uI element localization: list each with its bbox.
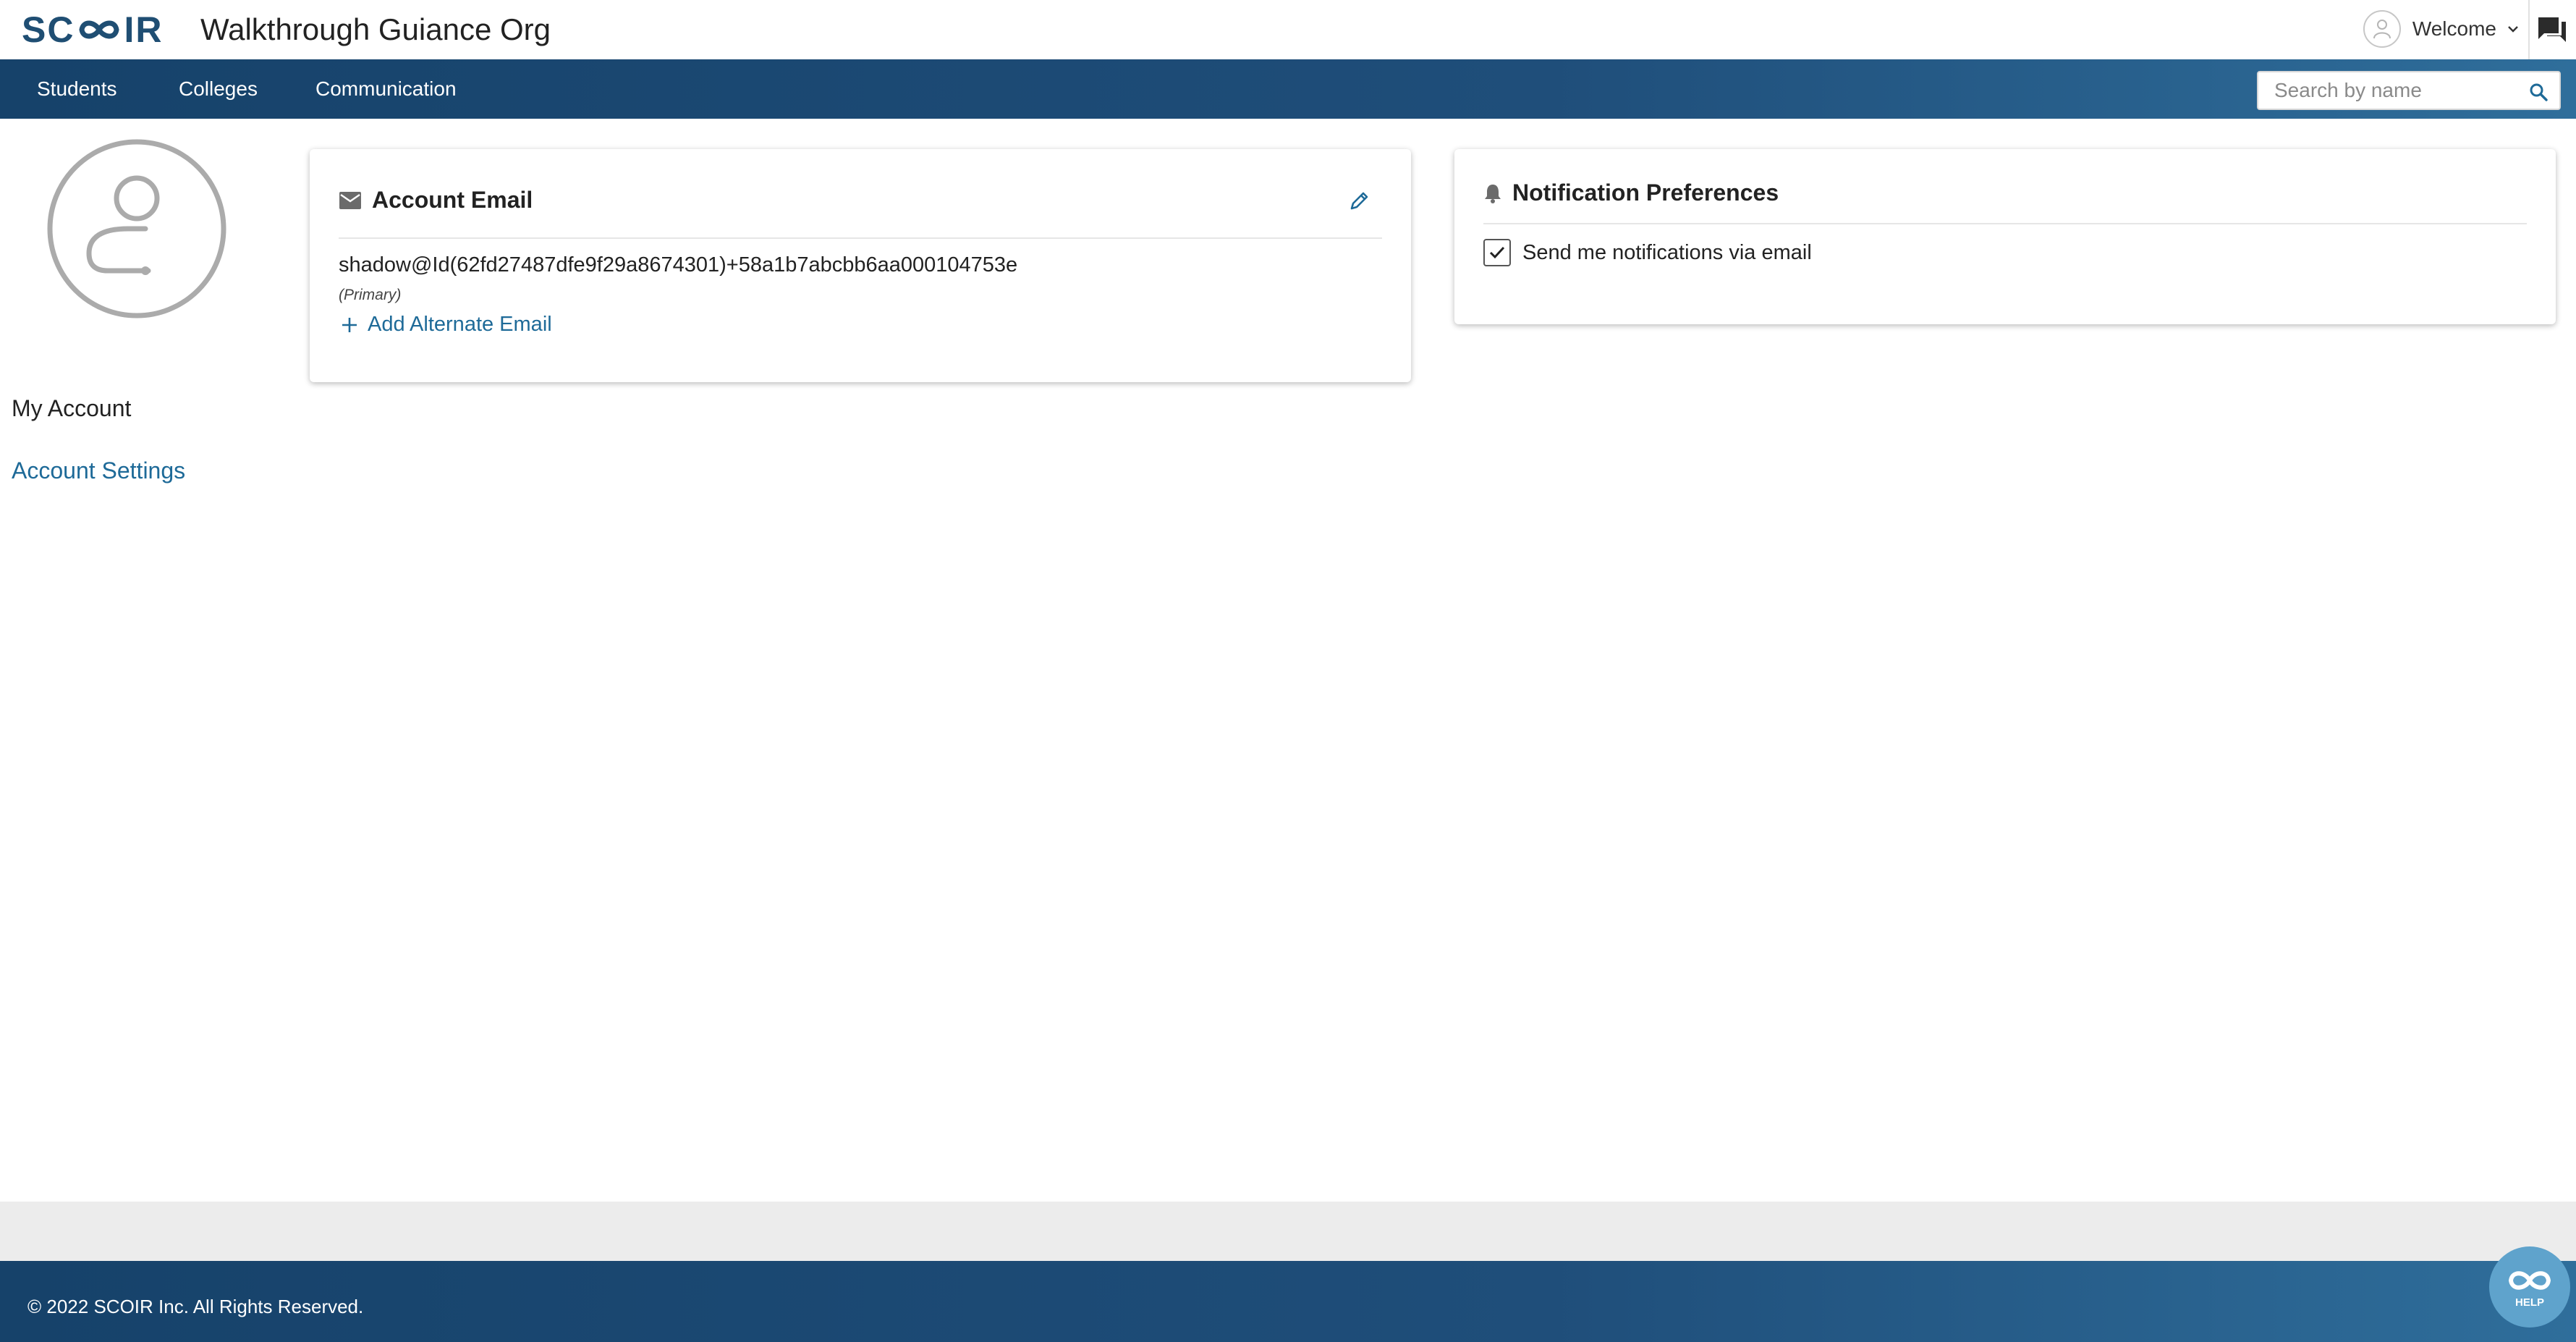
nav-item-students[interactable]: Students — [37, 59, 117, 119]
add-alternate-email-button[interactable]: Add Alternate Email — [340, 313, 552, 337]
user-menu[interactable]: Welcome — [2363, 9, 2521, 49]
notification-preferences-header: Notification Preferences — [1483, 180, 1779, 206]
account-email-card: Account Email shadow@Id(62fd27487dfe9f29… — [310, 149, 1411, 382]
email-notifications-option: Send me notifications via email — [1483, 239, 1812, 266]
account-email-title: Account Email — [372, 187, 533, 213]
footer-spacer — [0, 1202, 2576, 1261]
welcome-label: Welcome — [2412, 17, 2496, 40]
chat-icon[interactable] — [2537, 16, 2567, 43]
email-notifications-checkbox[interactable] — [1483, 239, 1511, 266]
envelope-icon — [339, 191, 361, 209]
logo-infinity-icon — [79, 20, 120, 39]
chevron-down-icon — [2508, 26, 2518, 33]
notification-preferences-divider — [1483, 223, 2527, 224]
plus-icon — [342, 317, 357, 332]
user-avatar-icon — [2363, 10, 2401, 48]
org-title: Walkthrough Guiance Org — [200, 12, 551, 46]
scoir-logo[interactable]: SC IR — [22, 4, 163, 55]
search-input[interactable] — [2258, 72, 2519, 109]
email-notifications-label: Send me notifications via email — [1522, 240, 1812, 264]
nav-item-communication[interactable]: Communication — [315, 59, 457, 119]
page: SC IR Walkthrough Guiance Org Welcome St… — [0, 0, 2576, 1342]
checkmark-icon — [1489, 246, 1505, 259]
primary-email-value: shadow@Id(62fd27487dfe9f29a8674301)+58a1… — [339, 253, 1018, 277]
nav-item-colleges[interactable]: Colleges — [179, 59, 258, 119]
notification-preferences-title: Notification Preferences — [1512, 180, 1779, 206]
search-icon[interactable] — [2529, 83, 2548, 101]
notification-preferences-card: Notification Preferences Send me notific… — [1454, 149, 2556, 324]
copyright-text: © 2022 SCOIR Inc. All Rights Reserved. — [27, 1296, 364, 1317]
add-alternate-email-label: Add Alternate Email — [368, 313, 552, 336]
bell-icon — [1485, 184, 1501, 203]
top-bar-divider — [2528, 0, 2530, 59]
help-label: HELP — [2514, 1296, 2544, 1309]
search-box — [2257, 71, 2561, 110]
primary-email-label: (Primary) — [339, 287, 402, 303]
footer — [0, 1261, 2576, 1342]
top-bar: SC IR Walkthrough Guiance Org Welcome — [0, 0, 2576, 59]
help-button[interactable]: HELP — [2489, 1246, 2570, 1328]
sidebar-my-account-title: My Account — [12, 395, 132, 421]
logo-text-left: SC — [22, 9, 75, 50]
main-nav: Students Colleges Communication — [0, 59, 2576, 119]
account-email-header: Account Email — [339, 187, 533, 214]
help-infinity-icon — [2508, 1270, 2551, 1290]
sidebar-account-settings-link[interactable]: Account Settings — [12, 457, 185, 484]
pencil-icon[interactable] — [1347, 190, 1370, 213]
account-email-divider — [339, 237, 1382, 239]
logo-text-right: IR — [124, 9, 164, 50]
profile-avatar-icon — [47, 139, 226, 318]
